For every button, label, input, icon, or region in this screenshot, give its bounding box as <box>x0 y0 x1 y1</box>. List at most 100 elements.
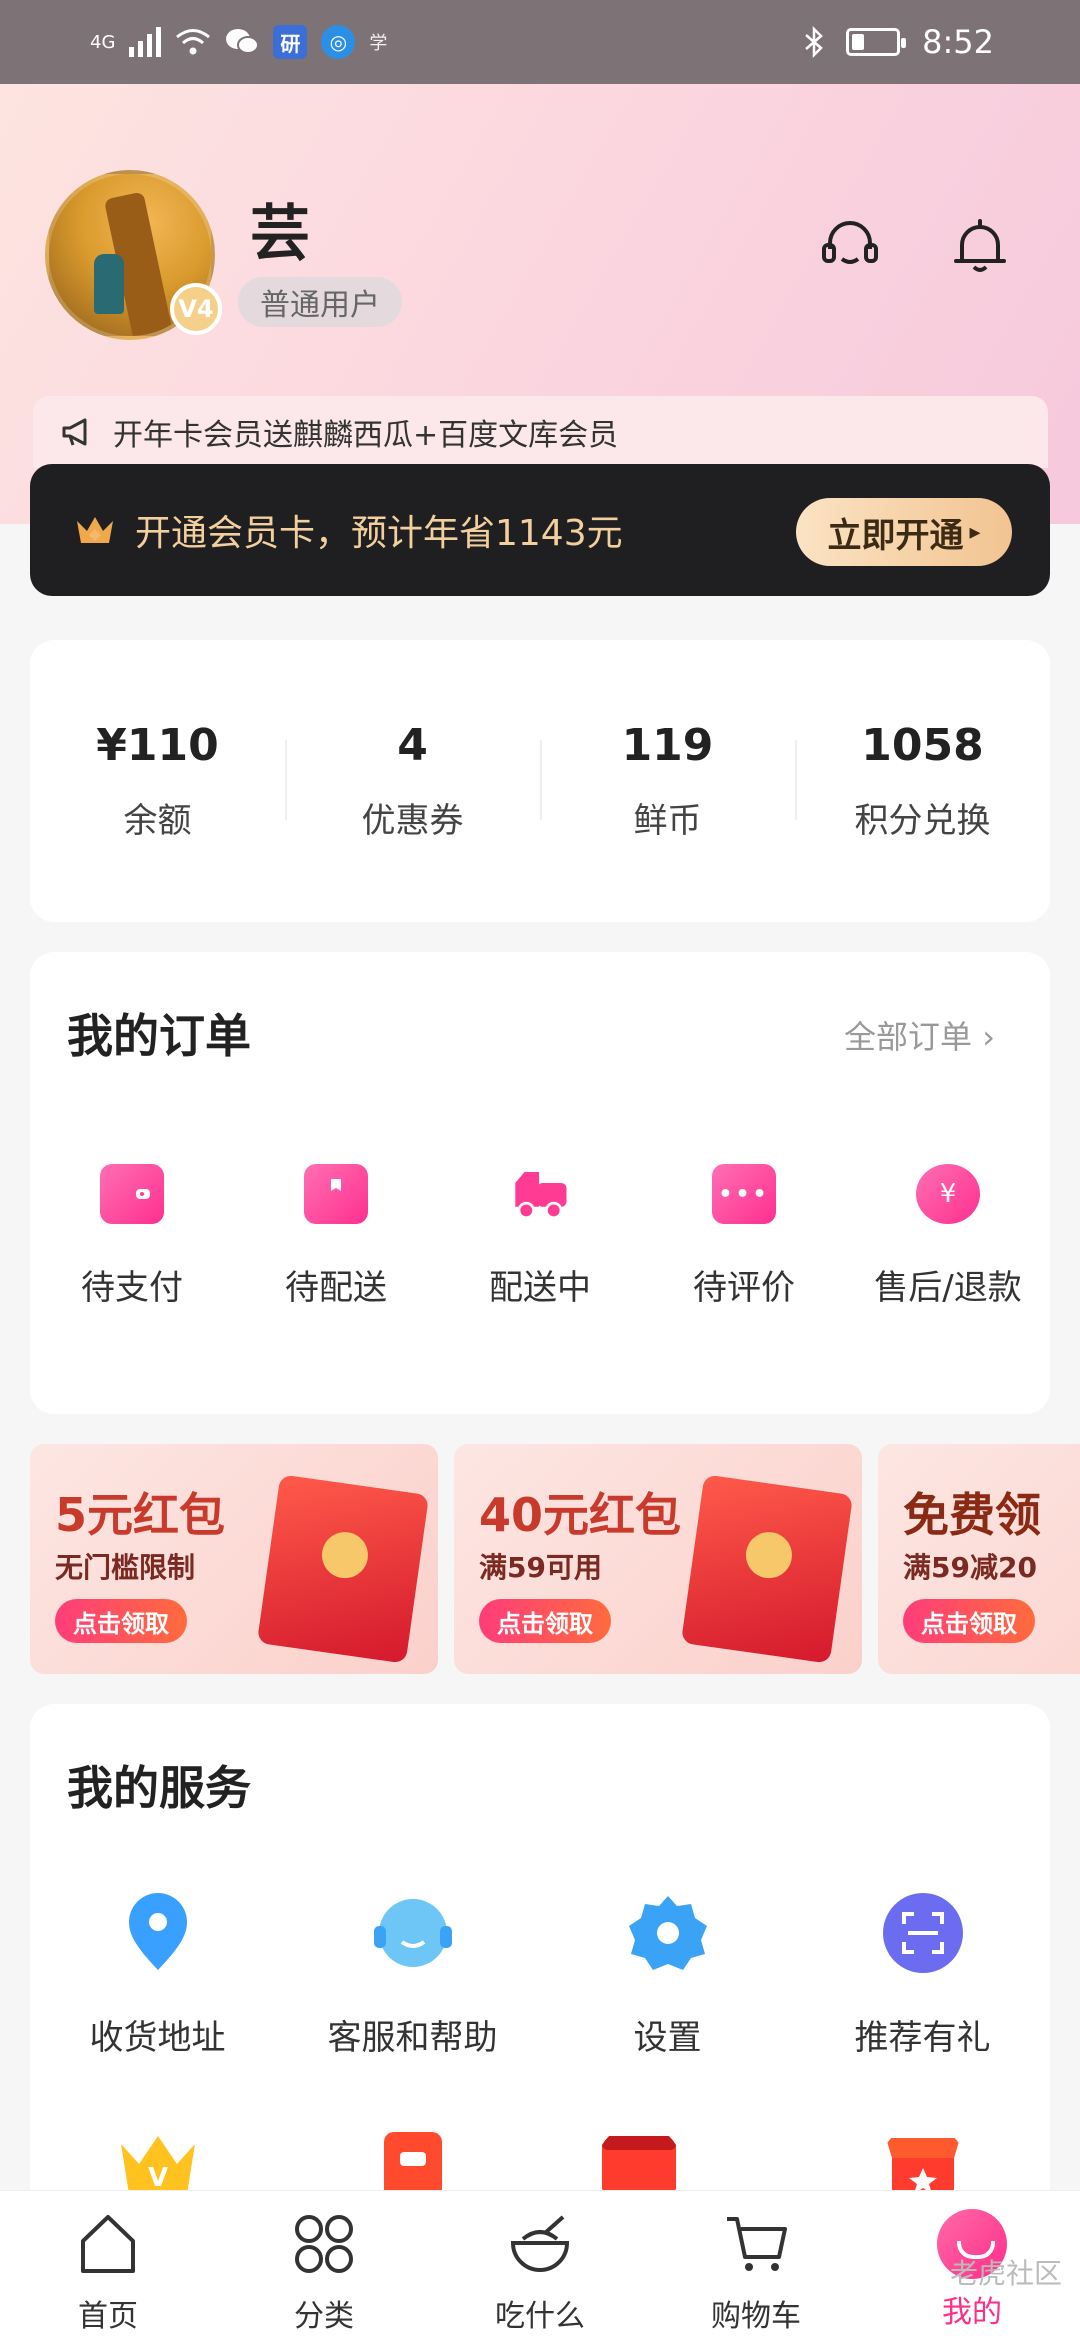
gear-icon <box>628 1896 707 1970</box>
scan-icon <box>882 1893 963 1973</box>
stat-label: 积分兑换 <box>854 801 991 841</box>
services-title: 我的服务 <box>67 1761 251 1815</box>
svg-text:V: V <box>147 2163 167 2193</box>
vip-membership-bar[interactable]: 开通会员卡，预计年省1143元 立即开通 ▸ <box>30 464 1050 596</box>
bottom-nav: 首页 分类 吃什么 购物车 我的 <box>0 2190 1080 2340</box>
nav-label: 首页 <box>78 2299 138 2334</box>
signal-icon <box>129 27 162 57</box>
coupon-card[interactable]: 40元红包 满59可用 点击领取 <box>454 1444 862 1674</box>
stat-value: 4 <box>397 720 428 771</box>
coupon-condition: 满59减20 <box>903 1551 1037 1584</box>
crown-icon <box>77 517 113 543</box>
order-item-label: 配送中 <box>489 1268 591 1308</box>
claim-coupon-button[interactable]: 点击领取 <box>55 1599 187 1643</box>
wechat-icon <box>226 29 260 54</box>
level-badge: V4 <box>170 283 222 335</box>
order-pending-review[interactable]: ••• 待评价 <box>642 1164 846 1309</box>
coupon-card[interactable]: 5元红包 无门槛限制 点击领取 <box>30 1444 438 1674</box>
megaphone-icon <box>62 418 87 446</box>
service-label: 收货地址 <box>89 2018 226 2058</box>
app-notification-icon-3: 学 <box>369 33 388 54</box>
nav-label: 分类 <box>294 2299 354 2334</box>
grid-icon <box>295 2215 353 2273</box>
nav-label: 吃什么 <box>495 2299 585 2334</box>
network-label: 4G <box>90 31 116 53</box>
stat-value: 119 <box>621 720 714 771</box>
user-level-tag: 普通用户 <box>238 277 402 327</box>
clock-time: 8:52 <box>922 23 994 61</box>
service-help[interactable]: 客服和帮助 <box>285 1890 540 2059</box>
my-orders-card: 我的订单 全部订单 › 待支付 待配送 配送中 ••• 待评价 ¥ 售后/退款 <box>30 952 1050 1414</box>
open-membership-button[interactable]: 立即开通 ▸ <box>796 498 1012 566</box>
free-tag: 免费 <box>687 2129 740 2159</box>
stat-label: 优惠券 <box>361 801 464 841</box>
home-icon <box>81 2215 135 2273</box>
status-bar: 4G 研 ◎ 学 8:52 <box>0 0 1080 84</box>
wallet-stats-card: ¥110 余额 4 优惠券 119 鲜币 1058 积分兑换 <box>30 640 1050 922</box>
wallet-icon <box>100 1164 164 1224</box>
nav-label: 购物车 <box>711 2299 801 2334</box>
promo-strip[interactable]: 开年卡会员送麒麟西瓜+百度文库会员 <box>33 396 1048 468</box>
caret-right-icon: ▸ <box>969 519 981 545</box>
service-label: 客服和帮助 <box>327 2018 498 2058</box>
order-in-delivery[interactable]: 配送中 <box>438 1164 642 1309</box>
order-pending-payment[interactable]: 待支付 <box>30 1164 234 1309</box>
orders-title: 我的订单 <box>67 1009 251 1063</box>
bell-icon[interactable] <box>948 215 1012 279</box>
red-envelope-icon <box>256 1474 430 1664</box>
all-orders-label: 全部订单 <box>844 1018 973 1056</box>
my-services-card: 我的服务 收货地址 客服和帮助 设置 推荐有礼 V 免费 <box>30 1704 1050 2264</box>
coupon-carousel[interactable]: 5元红包 无门槛限制 点击领取 40元红包 满59可用 点击领取 免费领 满59… <box>30 1444 1080 1674</box>
refund-icon: ¥ <box>916 1164 980 1224</box>
stat-value: ¥110 <box>96 720 219 771</box>
order-pending-delivery[interactable]: 待配送 <box>234 1164 438 1309</box>
stat-points[interactable]: 1058 积分兑换 <box>795 720 1050 842</box>
stat-fresh-coins[interactable]: 119 鲜币 <box>540 720 795 842</box>
service-settings[interactable]: 设置 <box>540 1890 795 2059</box>
order-item-label: 售后/退款 <box>874 1268 1022 1308</box>
order-after-sales[interactable]: ¥ 售后/退款 <box>846 1164 1050 1309</box>
claim-coupon-button[interactable]: 点击领取 <box>479 1599 611 1643</box>
coupon-amount: 40元红包 <box>479 1488 682 1542</box>
nav-label: 我的 <box>942 2295 1002 2330</box>
nav-cart[interactable]: 购物车 <box>648 2191 864 2340</box>
coupon-amount: 免费领 <box>903 1488 1041 1542</box>
bowl-icon <box>510 2215 570 2272</box>
stat-coupons[interactable]: 4 优惠券 <box>285 720 540 842</box>
service-referral[interactable]: 推荐有礼 <box>795 1890 1050 2059</box>
promo-strip-text: 开年卡会员送麒麟西瓜+百度文库会员 <box>113 418 619 453</box>
stat-balance[interactable]: ¥110 余额 <box>30 720 285 842</box>
stat-label: 余额 <box>123 801 192 841</box>
bluetooth-icon <box>805 26 823 58</box>
delivery-truck-icon <box>508 1164 572 1224</box>
red-envelope-icon <box>680 1474 854 1664</box>
package-icon <box>304 1164 368 1224</box>
battery-icon <box>846 28 907 56</box>
watermark: 老虎社区 <box>949 2257 1062 2290</box>
claim-coupon-button[interactable]: 点击领取 <box>903 1599 1035 1643</box>
app-notification-icon: 研 <box>273 25 308 59</box>
wifi-icon <box>176 29 211 55</box>
stat-label: 鲜币 <box>633 801 702 841</box>
nav-what-to-eat[interactable]: 吃什么 <box>432 2191 648 2340</box>
nav-home[interactable]: 首页 <box>0 2191 216 2340</box>
service-label: 推荐有礼 <box>854 2018 991 2058</box>
coupon-card[interactable]: 免费领 满59减20 点击领取 <box>878 1444 1080 1674</box>
location-pin-icon <box>128 1893 187 1970</box>
comment-icon: ••• <box>712 1164 776 1224</box>
order-item-label: 待配送 <box>285 1268 387 1308</box>
vip-promo-text: 开通会员卡，预计年省1143元 <box>135 513 623 554</box>
order-item-label: 待评价 <box>693 1268 795 1308</box>
all-orders-link[interactable]: 全部订单 › <box>844 1012 995 1058</box>
app-notification-icon-2: ◎ <box>321 25 356 59</box>
chevron-right-icon: › <box>982 1018 995 1056</box>
stat-value: 1058 <box>861 720 984 771</box>
cart-icon <box>727 2217 787 2271</box>
open-membership-label: 立即开通 <box>827 515 964 556</box>
username: 芸 <box>250 199 310 269</box>
customer-service-icon <box>373 1899 452 1967</box>
service-label: 设置 <box>633 2018 702 2058</box>
service-address[interactable]: 收货地址 <box>30 1890 285 2059</box>
customer-service-icon[interactable] <box>818 215 882 279</box>
nav-category[interactable]: 分类 <box>216 2191 432 2340</box>
